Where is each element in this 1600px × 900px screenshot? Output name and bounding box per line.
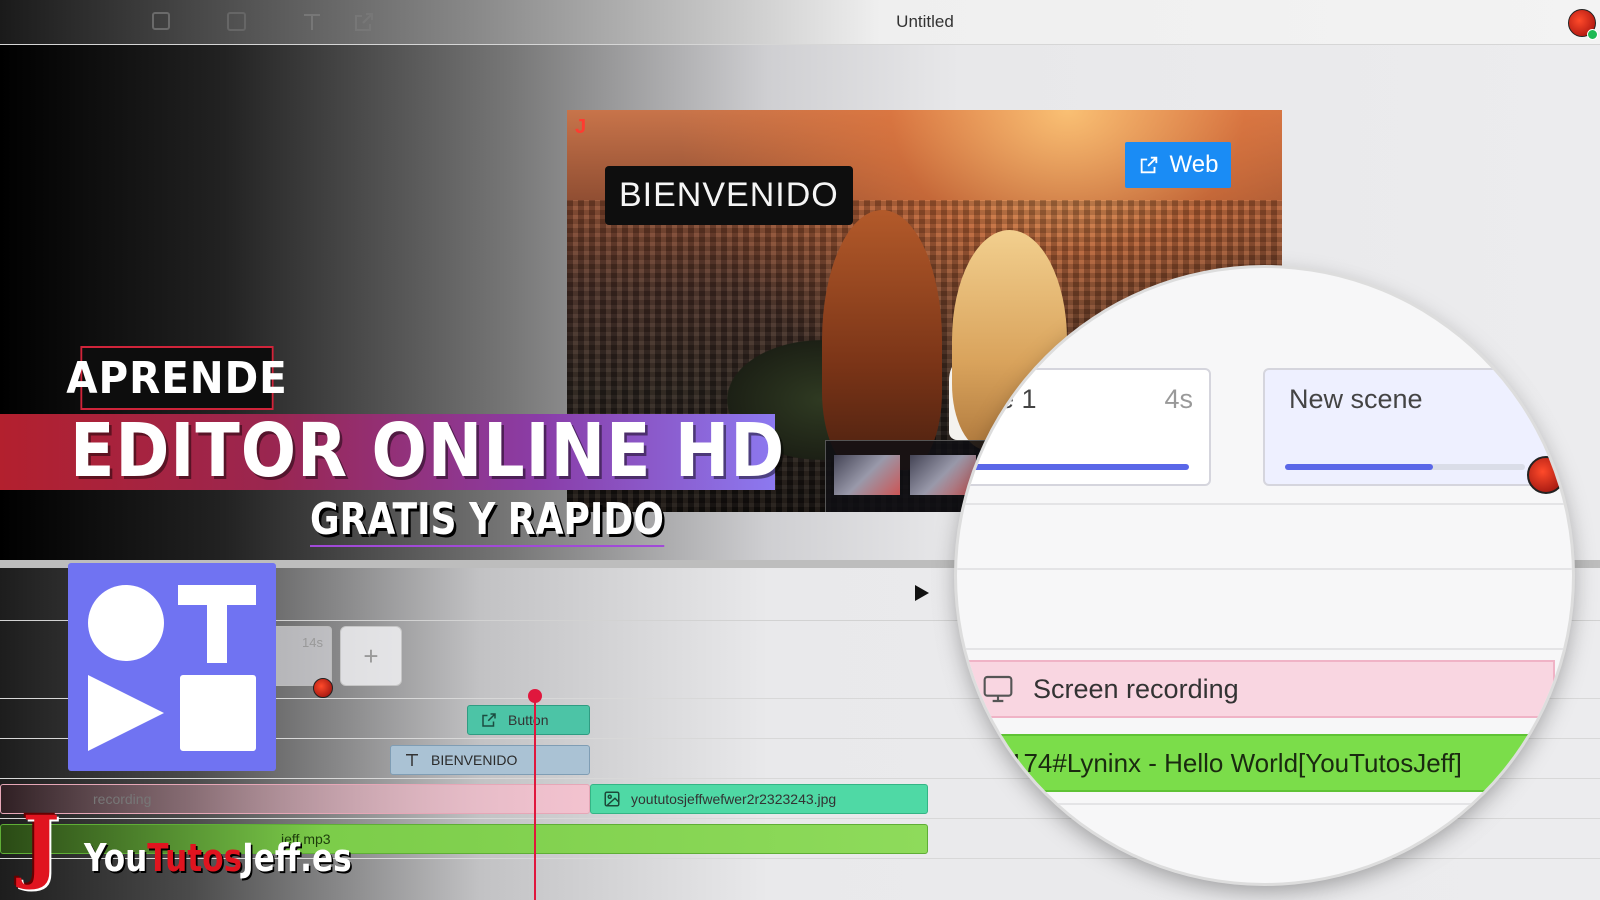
zoom-magnifier: ene 1 4s New scene 1 Screen recording 17…	[957, 268, 1572, 883]
text-overlay-element[interactable]: BIENVENIDO	[605, 166, 853, 225]
thumb-frame	[834, 455, 900, 495]
logo-t-stem	[207, 585, 227, 663]
track-label: 174#Lyninx - Hello World[YouTutosJeff]	[1009, 747, 1462, 778]
channel-name-part: You	[84, 836, 148, 880]
channel-logo-j: J	[22, 798, 60, 892]
scene-name: ene 1	[969, 384, 1037, 414]
document-title[interactable]: Untitled	[800, 12, 1050, 32]
external-link-icon	[1140, 156, 1157, 174]
track-divider	[957, 503, 1572, 505]
channel-watermark: J YouTutosJeff.es	[22, 798, 352, 894]
text-clip[interactable]: BIENVENIDO	[390, 745, 590, 775]
button-clip[interactable]: Button	[467, 705, 590, 735]
logo-square	[180, 675, 256, 751]
clip-label: Button	[508, 712, 549, 728]
channel-logo-small: J	[575, 116, 587, 138]
playhead[interactable]	[534, 695, 536, 900]
scene-card-1[interactable]: ene 1 4s	[957, 368, 1211, 486]
logo-play-triangle	[88, 675, 164, 751]
clip-label: yoututosjeffwefwer2r2323243.jpg	[631, 791, 837, 807]
shape-tool-icon[interactable]	[225, 10, 249, 34]
user-marker	[1527, 456, 1565, 494]
user-marker	[313, 678, 333, 698]
play-icon[interactable]	[915, 585, 929, 601]
external-link-icon	[482, 713, 496, 727]
add-scene-button[interactable]: +	[340, 626, 402, 686]
scene-progress-bar	[1285, 464, 1433, 470]
track-label: Screen recording	[1033, 673, 1239, 704]
image-icon	[604, 791, 620, 807]
top-toolbar: Untitled	[0, 0, 1600, 45]
audio-track[interactable]: 174#Lyninx - Hello World[YouTutosJeff]	[985, 734, 1572, 792]
kicker-label: APRENDE	[66, 346, 287, 410]
clip-label: BIENVENIDO	[431, 752, 518, 768]
scene-duration: 14s	[302, 635, 323, 650]
channel-name-part: Tutos	[147, 836, 243, 880]
channel-name-part: Jeff.es	[242, 836, 352, 880]
track-divider	[957, 648, 1572, 650]
image-clip[interactable]: yoututosjeffwefwer2r2323243.jpg	[590, 784, 928, 814]
track-divider	[957, 568, 1572, 570]
channel-name: YouTutosJeff.es	[84, 836, 352, 880]
web-link-button[interactable]: Web	[1125, 142, 1231, 188]
track-divider	[957, 803, 1572, 805]
scene-duration: 4s	[1164, 384, 1193, 414]
app-logo	[68, 563, 276, 771]
scene-card-new[interactable]: New scene 1	[1263, 368, 1572, 486]
scene-duration: 1	[1561, 384, 1572, 414]
link-tool-icon[interactable]	[352, 10, 376, 34]
online-status-indicator	[1587, 29, 1598, 40]
screen-recording-track[interactable]: Screen recording	[965, 660, 1555, 718]
web-button-label: Web	[1169, 151, 1219, 178]
headline-text: EDITOR ONLINE HD	[70, 408, 786, 494]
playhead-handle[interactable]	[528, 689, 542, 703]
person-left	[822, 210, 942, 470]
scene-name: New scene	[1289, 384, 1423, 414]
select-tool-icon[interactable]	[150, 10, 174, 34]
subheadline-text: GRATIS Y RAPIDO	[310, 494, 664, 547]
text-tool-icon[interactable]	[300, 10, 324, 34]
scene-progress-bar	[957, 464, 1189, 470]
logo-circle	[88, 585, 164, 661]
monitor-icon	[983, 675, 1013, 703]
text-icon	[406, 754, 418, 766]
